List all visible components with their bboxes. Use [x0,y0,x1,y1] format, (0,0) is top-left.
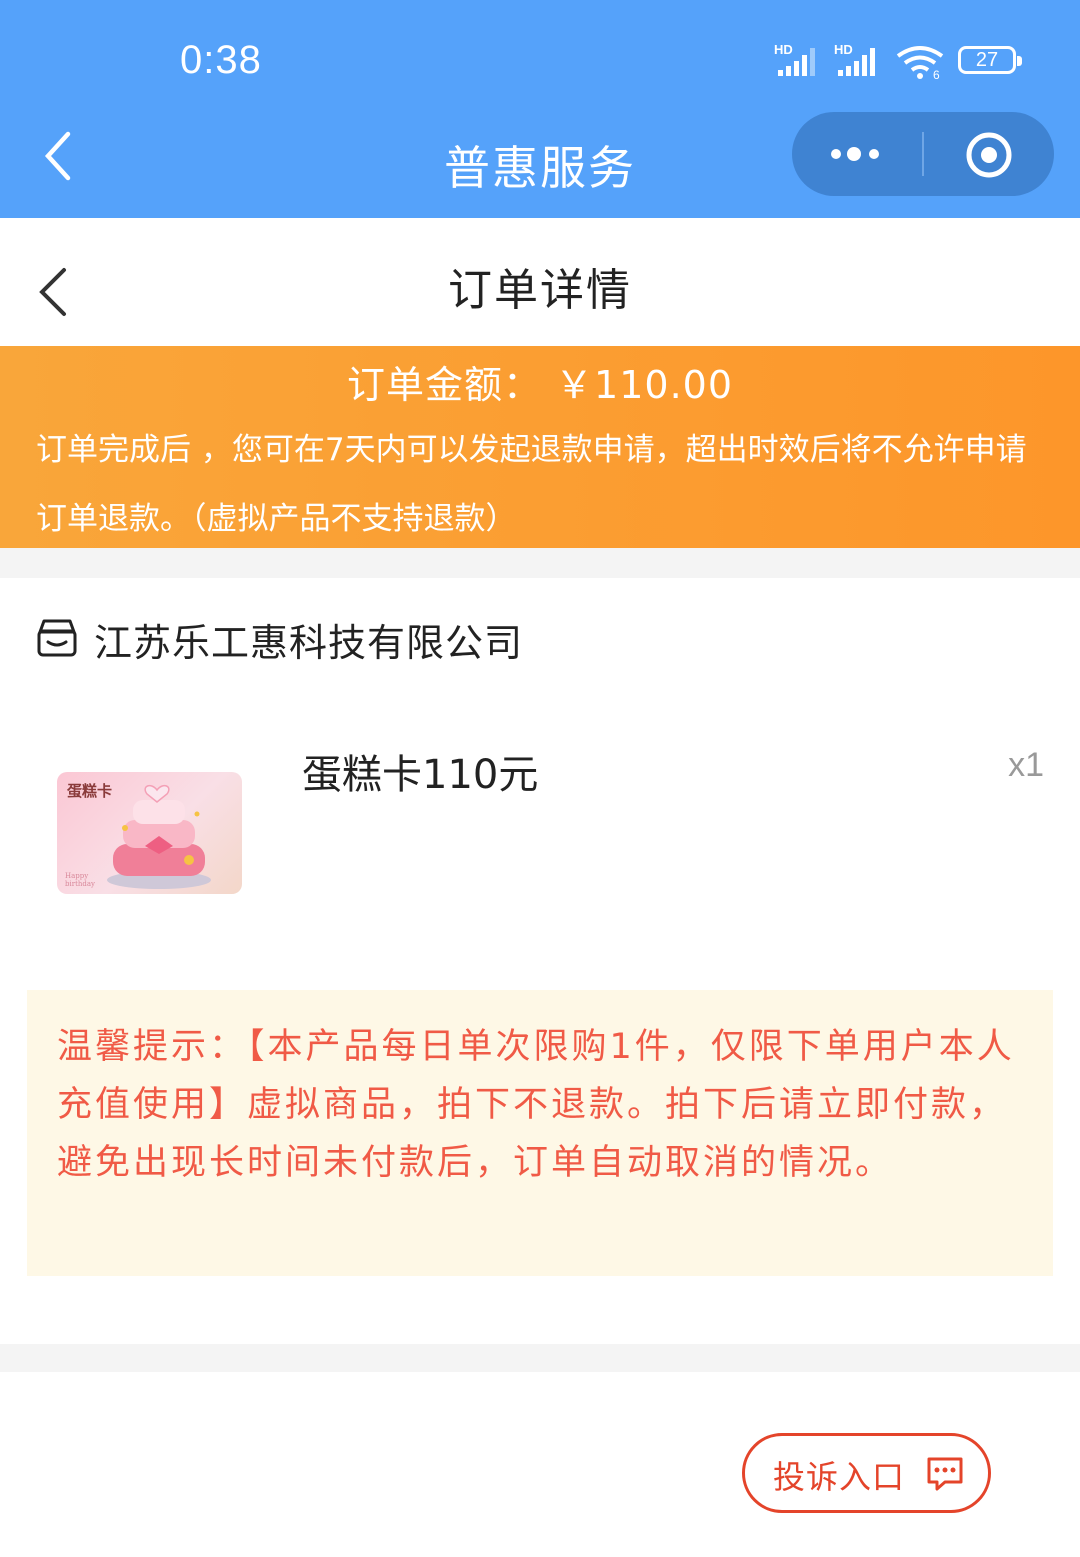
complaint-button[interactable]: 投诉入口 [742,1433,991,1513]
product-image[interactable]: 蛋糕卡 Happy birthday [57,772,242,894]
close-program-icon[interactable] [964,130,1014,180]
wifi-icon: 6 [896,46,944,80]
signal-hd-label-2: HD [834,42,853,57]
order-amount-banner: 订单金额： ￥110.00 订单完成后 ，您可在7天内可以发起退款申请，超出时效… [0,346,1080,548]
product-quantity: x1 [1008,746,1044,784]
mini-program-navbar: 普惠服务 [0,110,1080,218]
product-image-subtext: Happy birthday [65,872,95,888]
warm-tips-text: 温馨提示：【本产品每日单次限购1件，仅限下单用户本人充值使用】虚拟商品，拍下不退… [57,1027,1015,1183]
store-icon [37,619,77,657]
wifi-sub-label: 6 [933,68,940,80]
cellular-signal-icon-2: HD [834,42,875,76]
message-icon [927,1457,963,1491]
cellular-signal-icon: HD [774,42,815,76]
page-title: 订单详情 [448,265,632,316]
page-header: 订单详情 [0,218,1080,346]
product-name[interactable]: 蛋糕卡110元 [302,742,538,800]
signal-hd-label: HD [774,42,793,57]
more-options-icon[interactable] [828,140,888,168]
order-amount: 订单金额： ￥110.00 [346,363,734,407]
shop-name[interactable]: 江苏乐工惠科技有限公司 [94,612,523,667]
status-time: 0:38 [180,38,262,82]
section-divider [0,548,1080,578]
capsule-menu [792,112,1054,196]
capsule-divider [922,132,924,176]
warm-tips-box: 温馨提示：【本产品每日单次限购1件，仅限下单用户本人充值使用】虚拟商品，拍下不退… [27,990,1053,1276]
cake-illustration [107,784,211,889]
battery-indicator: 27 [958,46,1022,74]
refund-notice: 订单完成后 ，您可在7天内可以发起退款申请，超出时效后将不允许申请订单退款。（虚… [36,432,1027,537]
status-bar: 0:38 HD HD 6 27 [0,0,1080,110]
complaint-label: 投诉入口 [773,1458,906,1496]
section-divider-2 [0,1344,1080,1372]
